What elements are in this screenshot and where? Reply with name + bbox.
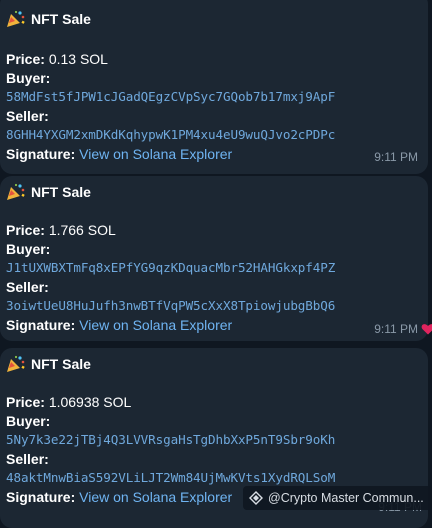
signature-line: Signature: View on Solana Explorer	[6, 316, 232, 334]
seller-address[interactable]: 48aktMnwBiaS592VLiLJT2Wm84UjMwKVts1XydRQ…	[6, 469, 335, 487]
seller-label: Seller:	[6, 279, 49, 295]
message-time: 9:11 PM	[374, 322, 418, 336]
party-popper-icon	[6, 355, 26, 373]
buyer-label: Buyer:	[6, 413, 51, 429]
signature-label: Signature:	[6, 146, 76, 162]
watermark-text: @Crypto Master Commun...	[268, 491, 424, 505]
buyer-address[interactable]: J1tUXWBXTmFq8xEPfYG9qzKDquacMbr52HAHGkxp…	[6, 259, 335, 277]
party-popper-icon	[6, 10, 26, 28]
price-value: 1.06938 SOL	[48, 394, 132, 410]
party-popper-icon	[6, 183, 26, 201]
buyer-label: Buyer:	[6, 70, 51, 86]
price-value: 0.13 SOL	[48, 51, 108, 67]
seller-label: Seller:	[6, 451, 49, 467]
solana-explorer-link[interactable]: View on Solana Explorer	[79, 489, 232, 505]
message-time: 9:11 PM	[374, 150, 418, 164]
seller-label: Seller:	[6, 108, 49, 124]
seller-address[interactable]: 8GHH4YXGM2xmDKdKqhypwK1PM4xu4eU9wuQJvo2c…	[6, 126, 335, 144]
message-title-row: NFT Sale	[6, 10, 91, 28]
signature-label: Signature:	[6, 317, 76, 333]
price-line: Price: 1.06938 SOL	[6, 393, 131, 411]
seller-address[interactable]: 3oiwtUeU8HuJufh3nwBTfVqPW5cXxX8Tpiowjubg…	[6, 297, 335, 315]
buyer-label: Buyer:	[6, 241, 51, 257]
signature-label: Signature:	[6, 489, 76, 505]
price-label: Price:	[6, 51, 45, 67]
message-title: NFT Sale	[31, 11, 91, 27]
price-value: 1.766 SOL	[48, 222, 116, 238]
message-title-row: NFT Sale	[6, 183, 91, 201]
channel-watermark: @Crypto Master Commun...	[243, 486, 432, 510]
solana-explorer-link[interactable]: View on Solana Explorer	[79, 317, 232, 333]
buyer-address[interactable]: 5Ny7k3e22jTBj4Q3LVVRsgaHsTgDhbXxP5nT9Sbr…	[6, 431, 335, 449]
heart-icon[interactable]	[421, 322, 432, 336]
signature-line: Signature: View on Solana Explorer	[6, 145, 232, 163]
solana-explorer-link[interactable]: View on Solana Explorer	[79, 146, 232, 162]
message-bubble[interactable]: NFT Sale Price: 1.766 SOL Buyer: J1tUXWB…	[0, 176, 428, 341]
message-title: NFT Sale	[31, 356, 91, 372]
signature-line: Signature: View on Solana Explorer	[6, 488, 232, 506]
message-title-row: NFT Sale	[6, 355, 91, 373]
price-label: Price:	[6, 394, 45, 410]
price-label: Price:	[6, 222, 45, 238]
message-title: NFT Sale	[31, 184, 91, 200]
buyer-address[interactable]: 58MdFst5fJPW1cJGadQEgzCVpSyc7GQob7b17mxj…	[6, 88, 335, 106]
message-bubble[interactable]: NFT Sale Price: 0.13 SOL Buyer: 58MdFst5…	[0, 0, 428, 174]
price-line: Price: 1.766 SOL	[6, 221, 116, 239]
diamond-logo-icon	[249, 491, 263, 505]
price-line: Price: 0.13 SOL	[6, 50, 108, 68]
